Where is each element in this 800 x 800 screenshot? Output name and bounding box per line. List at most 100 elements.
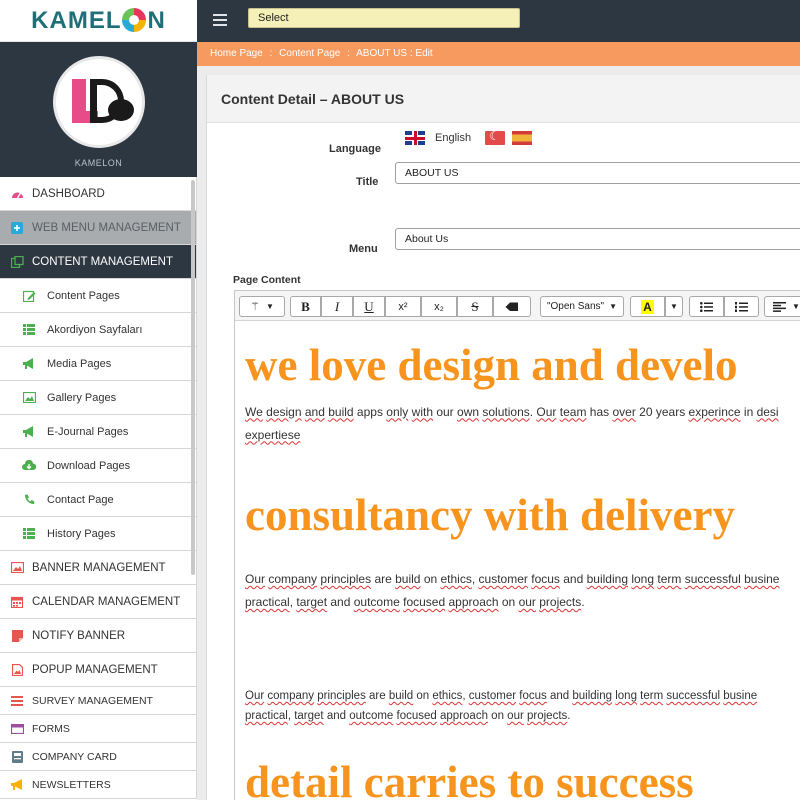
align-dropdown[interactable]: ▼ <box>764 296 800 317</box>
sidebar-item-contact-page[interactable]: Contact Page <box>0 483 197 517</box>
bullhorn-icon <box>22 358 36 370</box>
caret-down-icon: ▼ <box>792 302 800 311</box>
style-dropdown[interactable]: ⚚ ▼ <box>239 296 285 317</box>
superscript-button[interactable]: x² <box>385 296 421 317</box>
profile-name: KAMELON <box>74 158 123 168</box>
phone-icon <box>22 494 36 506</box>
bars-icon <box>10 695 24 707</box>
edit-icon <box>22 290 36 302</box>
sidebar-scrollbar[interactable] <box>191 180 195 575</box>
magic-wand-icon: ⚚ <box>250 301 260 313</box>
image-icon <box>10 562 24 574</box>
sidebar-item-banner-management[interactable]: BANNER MANAGEMENT <box>0 551 197 585</box>
sidebar-item-company-card[interactable]: COMPANY CARD <box>0 743 197 771</box>
breadcrumb-separator: : <box>347 48 350 59</box>
sidebar-item-akordiyon[interactable]: Akordiyon Sayfaları <box>0 313 197 347</box>
list-icon <box>22 528 36 540</box>
content-panel: Content Detail – ABOUT US Language Engli… <box>206 75 800 800</box>
font-family-dropdown[interactable]: "Open Sans" ▼ <box>540 296 624 317</box>
menu-label: Menu <box>349 243 378 255</box>
dashboard-icon <box>10 188 24 200</box>
unordered-list-button[interactable] <box>689 296 724 317</box>
caret-down-icon: ▼ <box>670 302 678 311</box>
content-heading: we love design and develo <box>245 340 738 390</box>
sidebar-item-calendar-management[interactable]: CALENDAR MANAGEMENT <box>0 585 197 619</box>
sidebar-item-download-pages[interactable]: Download Pages <box>0 449 197 483</box>
caret-down-icon: ▼ <box>609 302 618 311</box>
sidebar-item-popup-management[interactable]: POPUP MANAGEMENT <box>0 653 197 687</box>
content-paragraph-line: expertiese <box>245 427 301 442</box>
sidebar: KAMEL N KAMELON DASHBOARD WEB MENU MANAGE… <box>0 0 197 800</box>
note-icon <box>10 629 24 642</box>
uk-flag-icon[interactable] <box>405 131 425 145</box>
sidebar-item-newsletters[interactable]: NEWSLETTERS <box>0 771 197 799</box>
font-color-button[interactable]: A <box>630 296 665 317</box>
breadcrumb: Home Page : Content Page : ABOUT US : Ed… <box>197 42 800 66</box>
language-current[interactable]: English <box>435 132 471 144</box>
sidebar-item-dashboard[interactable]: DASHBOARD <box>0 177 197 211</box>
strikethrough-button[interactable]: S <box>457 296 493 317</box>
sidebar-item-ejournal-pages[interactable]: E-Journal Pages <box>0 415 197 449</box>
subscript-button[interactable]: x₂ <box>421 296 457 317</box>
logo-text-right: N <box>147 6 166 34</box>
card-icon <box>10 750 24 763</box>
logo-o-icon <box>122 7 147 32</box>
content-paragraph: Our company principles are build on ethi… <box>245 690 758 702</box>
content-heading: detail carries to success <box>245 757 694 800</box>
rich-text-editor: ⚚ ▼ B I U x² x₂ S "Open Sans" ▼ A ▼ ▼ we… <box>234 290 800 800</box>
content-paragraph-line: practical, target and outcome focused ap… <box>245 595 585 609</box>
sidebar-item-notify-banner[interactable]: NOTIFY BANNER <box>0 619 197 653</box>
logo-bar[interactable]: KAMEL N <box>0 0 197 42</box>
image-icon <box>22 392 36 404</box>
sidebar-item-content-management[interactable]: CONTENT MANAGEMENT <box>0 245 197 279</box>
language-label: Language <box>329 143 381 155</box>
sidebar-item-history-pages[interactable]: History Pages <box>0 517 197 551</box>
sidebar-item-survey-management[interactable]: SURVEY MANAGEMENT <box>0 687 197 715</box>
sidebar-item-media-pages[interactable]: Media Pages <box>0 347 197 381</box>
ordered-list-button[interactable] <box>724 296 759 317</box>
sidebar-item-gallery-pages[interactable]: Gallery Pages <box>0 381 197 415</box>
italic-button[interactable]: I <box>321 296 353 317</box>
eraser-button[interactable] <box>493 296 531 317</box>
bullhorn-icon <box>22 426 36 438</box>
breadcrumb-home[interactable]: Home Page <box>210 48 263 59</box>
editor-content[interactable]: we love design and develo We design and … <box>235 321 800 800</box>
calendar-icon <box>10 596 24 608</box>
content-paragraph: We design and build apps only with our o… <box>245 404 779 419</box>
content-paragraph: Our company principles are build on ethi… <box>245 572 780 586</box>
logo-text-left: KAMEL <box>31 6 122 34</box>
plus-square-icon <box>10 221 24 234</box>
breadcrumb-content-page[interactable]: Content Page <box>279 48 340 59</box>
sidebar-item-web-menu[interactable]: WEB MENU MANAGEMENT <box>0 211 197 245</box>
topbar: Select <box>197 0 800 42</box>
menu-field[interactable]: About Us <box>395 228 800 250</box>
form-icon <box>10 723 24 735</box>
content-paragraph-line: practical, target and outcome focused ap… <box>245 710 571 722</box>
site-select[interactable]: Select <box>248 8 520 28</box>
spain-flag-icon[interactable] <box>512 131 533 145</box>
editor-toolbar: ⚚ ▼ B I U x² x₂ S "Open Sans" ▼ A ▼ ▼ <box>235 291 800 321</box>
underline-button[interactable]: U <box>353 296 385 317</box>
unordered-list-icon <box>700 301 713 312</box>
megaphone-icon <box>10 779 24 791</box>
menu-toggle-icon[interactable] <box>213 14 227 26</box>
breadcrumb-current: ABOUT US : Edit <box>356 48 433 59</box>
caret-down-icon: ▼ <box>265 302 274 311</box>
logo[interactable]: KAMEL N <box>31 7 166 35</box>
avatar[interactable] <box>52 56 145 148</box>
sidebar-item-content-pages[interactable]: Content Pages <box>0 279 197 313</box>
panel-title: Content Detail – ABOUT US <box>207 75 800 123</box>
font-color-dropdown[interactable]: ▼ <box>665 296 683 317</box>
turkey-flag-icon[interactable] <box>485 131 506 145</box>
ordered-list-icon <box>735 301 748 312</box>
page-content-label: Page Content <box>233 274 301 286</box>
breadcrumb-separator: : <box>269 48 273 59</box>
sidebar-item-forms[interactable]: FORMS <box>0 715 197 743</box>
language-selector: English <box>405 131 539 145</box>
cloud-download-icon <box>22 460 36 472</box>
copy-icon <box>10 255 24 268</box>
file-image-icon <box>10 663 24 676</box>
title-field[interactable]: ABOUT US <box>395 162 800 184</box>
main-area: Content Detail – ABOUT US Language Engli… <box>197 66 800 800</box>
bold-button[interactable]: B <box>290 296 321 317</box>
